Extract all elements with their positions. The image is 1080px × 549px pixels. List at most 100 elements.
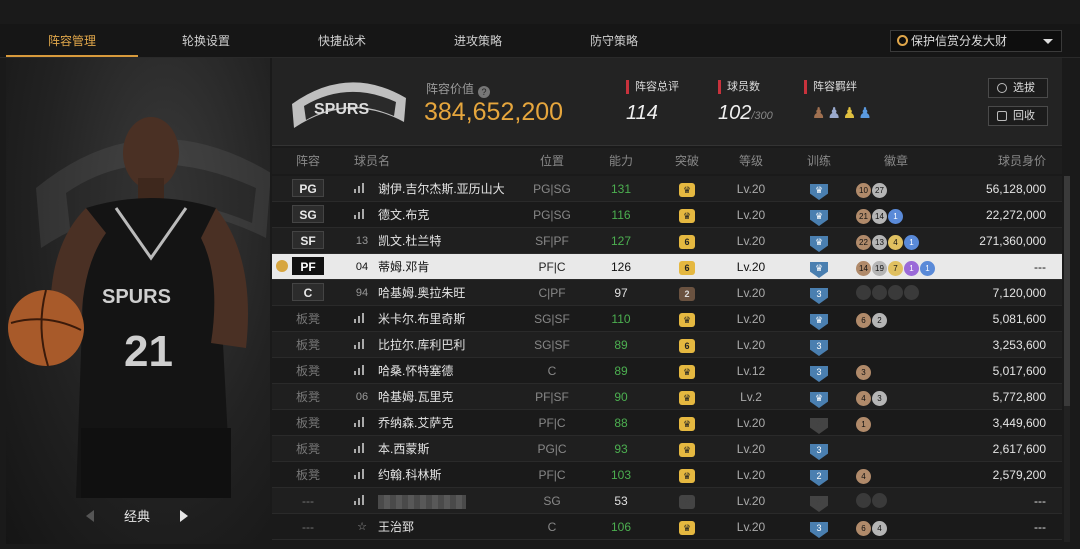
protect-dropdown[interactable]: 保护信赏分发大财 bbox=[890, 30, 1062, 52]
player-count-number: 102 bbox=[718, 102, 752, 124]
breakthrough[interactable]: 2 bbox=[654, 280, 720, 306]
lineup-slot[interactable]: 板凳 bbox=[290, 332, 326, 358]
table-row[interactable]: 板凳 比拉尔.库利巴利 SG|SF 89 6 Lv.20 3 3,253,600 bbox=[272, 332, 1062, 358]
player-name[interactable]: 乔纳森.艾萨克 bbox=[378, 410, 518, 436]
next-arrow-icon[interactable] bbox=[180, 510, 188, 522]
scrollbar-thumb[interactable] bbox=[1064, 176, 1070, 406]
col-level[interactable]: 等级 bbox=[722, 148, 780, 174]
training[interactable]: ♛ bbox=[786, 254, 852, 280]
svg-text:SPURS: SPURS bbox=[314, 101, 369, 118]
select-button[interactable]: 选拔 bbox=[988, 78, 1048, 98]
breakthrough[interactable]: 6 bbox=[654, 254, 720, 280]
player-name[interactable]: 凯文.杜兰特 bbox=[378, 228, 518, 254]
lineup-slot[interactable]: C bbox=[290, 280, 326, 306]
lineup-slot[interactable]: 板凳 bbox=[290, 384, 326, 410]
player-name[interactable]: 哈基姆.奥拉朱旺 bbox=[378, 280, 518, 306]
col-salary[interactable]: 球员身价 bbox=[952, 148, 1052, 174]
breakthrough[interactable]: ♛ bbox=[654, 306, 720, 332]
table-row[interactable]: PF 04 蒂姆.邓肯 PF|C 126 6 Lv.20 ♛ 14 19 7 1 1 --- bbox=[272, 254, 1062, 280]
player-name[interactable] bbox=[378, 488, 518, 514]
table-row[interactable]: 板凳 06 哈基姆.瓦里克 PF|SF 90 ♛ Lv.2 ♛ 4 3 5,772,800 bbox=[272, 384, 1062, 410]
lineup-slot[interactable]: --- bbox=[290, 488, 326, 514]
breakthrough[interactable]: ♛ bbox=[654, 462, 720, 488]
breakthrough[interactable]: 6 bbox=[654, 228, 720, 254]
bond-icons[interactable]: ♟♟♟♟ bbox=[812, 104, 874, 122]
prev-arrow-icon[interactable] bbox=[86, 510, 94, 522]
tab-offense[interactable]: 进攻策略 bbox=[412, 24, 544, 57]
breakthrough[interactable]: ♛ bbox=[654, 358, 720, 384]
col-breakthrough[interactable]: 突破 bbox=[654, 148, 720, 174]
breakthrough[interactable]: ♛ bbox=[654, 176, 720, 202]
player-position: SG bbox=[543, 494, 561, 508]
player-name[interactable]: 谢伊.吉尔杰斯.亚历山大 bbox=[378, 176, 518, 202]
col-training[interactable]: 训练 bbox=[786, 148, 852, 174]
table-row[interactable]: 板凳 本.西蒙斯 PG|C 93 ♛ Lv.20 3 2,617,600 bbox=[272, 436, 1062, 462]
player-name[interactable]: 米卡尔.布里奇斯 bbox=[378, 306, 518, 332]
breakthrough[interactable]: ♛ bbox=[654, 514, 720, 540]
table-row[interactable]: --- SG 53 ♛ Lv.20 ♛ --- bbox=[272, 488, 1062, 514]
lineup-slot[interactable]: 板凳 bbox=[290, 410, 326, 436]
training[interactable]: 3 bbox=[786, 332, 852, 358]
table-row[interactable]: SF 13 凯文.杜兰特 SF|PF 127 6 Lv.20 ♛ 22 13 4 1 271,360,0… bbox=[272, 228, 1062, 254]
lineup-slot[interactable]: SF bbox=[290, 228, 326, 254]
tab-defense[interactable]: 防守策略 bbox=[548, 24, 680, 57]
lineup-slot[interactable]: 板凳 bbox=[290, 306, 326, 332]
player-name[interactable]: 比拉尔.库利巴利 bbox=[378, 332, 518, 358]
player-name[interactable]: 蒂姆.邓肯 bbox=[378, 254, 518, 280]
training[interactable]: ♛ bbox=[786, 306, 852, 332]
col-badges[interactable]: 徽章 bbox=[856, 148, 936, 174]
lineup-slot[interactable]: 板凳 bbox=[290, 462, 326, 488]
lineup-slot[interactable]: 板凳 bbox=[290, 436, 326, 462]
player-name[interactable]: 哈基姆.瓦里克 bbox=[378, 384, 518, 410]
table-row[interactable]: 板凳 米卡尔.布里奇斯 SG|SF 110 ♛ Lv.20 ♛ 6 2 5,081,600 bbox=[272, 306, 1062, 332]
breakthrough[interactable]: ♛ bbox=[654, 384, 720, 410]
training[interactable]: ♛ bbox=[786, 410, 852, 436]
training[interactable]: 3 bbox=[786, 514, 852, 540]
breakthrough[interactable]: ♛ bbox=[654, 436, 720, 462]
player-name[interactable]: 哈桑.怀特塞德 bbox=[378, 358, 518, 384]
col-ability[interactable]: 能力 bbox=[588, 148, 654, 174]
scrollbar[interactable] bbox=[1064, 176, 1070, 542]
training[interactable]: ♛ bbox=[786, 202, 852, 228]
help-icon[interactable]: ? bbox=[478, 86, 491, 98]
table-row[interactable]: SG 德文.布克 PG|SG 116 ♛ Lv.20 ♛ 21 14 1 22,272,000 bbox=[272, 202, 1062, 228]
breakthrough[interactable]: ♛ bbox=[654, 410, 720, 436]
player-name[interactable]: 王治郅 bbox=[378, 514, 518, 540]
recycle-button[interactable]: 回收 bbox=[988, 106, 1048, 126]
breakthrough[interactable]: ♛ bbox=[654, 488, 720, 514]
training[interactable]: 3 bbox=[786, 436, 852, 462]
training[interactable]: 3 bbox=[786, 358, 852, 384]
table-row[interactable]: --- ☆ 王治郅 C 106 ♛ Lv.20 3 6 4 --- bbox=[272, 514, 1062, 540]
badge-icon: 6 bbox=[856, 521, 871, 536]
training[interactable]: ♛ bbox=[786, 228, 852, 254]
breakthrough[interactable]: ♛ bbox=[654, 202, 720, 228]
lineup-slot[interactable]: 板凳 bbox=[290, 358, 326, 384]
lineup-slot[interactable]: --- bbox=[290, 514, 326, 540]
tab-lineup[interactable]: 阵容管理 bbox=[6, 24, 138, 57]
tab-quick-tactics[interactable]: 快捷战术 bbox=[276, 24, 408, 57]
table-row[interactable]: 板凳 哈桑.怀特塞德 C 89 ♛ Lv.12 3 3 5,017,600 bbox=[272, 358, 1062, 384]
captain-icon bbox=[276, 260, 288, 272]
table-row[interactable]: PG 谢伊.吉尔杰斯.亚历山大 PG|SG 131 ♛ Lv.20 ♛ 10 27 56,128,… bbox=[272, 176, 1062, 202]
breakthrough[interactable]: 6 bbox=[654, 332, 720, 358]
training[interactable]: 2 bbox=[786, 462, 852, 488]
lineup-slot[interactable]: PF bbox=[290, 254, 326, 280]
table-row[interactable]: C 94 哈基姆.奥拉朱旺 C|PF 97 2 Lv.20 3 7,120,000 bbox=[272, 280, 1062, 306]
col-slot[interactable]: 阵容 bbox=[286, 148, 330, 174]
ability-value: 131 bbox=[610, 182, 632, 196]
training[interactable]: ♛ bbox=[786, 176, 852, 202]
lineup-slot[interactable]: PG bbox=[290, 176, 326, 202]
player-name[interactable]: 约翰.科林斯 bbox=[378, 462, 518, 488]
table-row[interactable]: 板凳 乔纳森.艾萨克 PF|C 88 ♛ Lv.20 ♛ 1 3,449,600 bbox=[272, 410, 1062, 436]
player-name[interactable]: 本.西蒙斯 bbox=[378, 436, 518, 462]
col-name[interactable]: 球员名 bbox=[352, 148, 392, 174]
table-row[interactable]: 板凳 约翰.科林斯 PF|C 103 ♛ Lv.20 2 4 2,579,200 bbox=[272, 462, 1062, 488]
training[interactable]: ♛ bbox=[786, 384, 852, 410]
lineup-slot[interactable]: SG bbox=[290, 202, 326, 228]
col-position[interactable]: 位置 bbox=[518, 148, 586, 174]
training[interactable]: ♛ bbox=[786, 488, 852, 514]
tab-rotation[interactable]: 轮换设置 bbox=[140, 24, 272, 57]
player-name[interactable]: 德文.布克 bbox=[378, 202, 518, 228]
training[interactable]: 3 bbox=[786, 280, 852, 306]
svg-text:21: 21 bbox=[124, 327, 173, 376]
